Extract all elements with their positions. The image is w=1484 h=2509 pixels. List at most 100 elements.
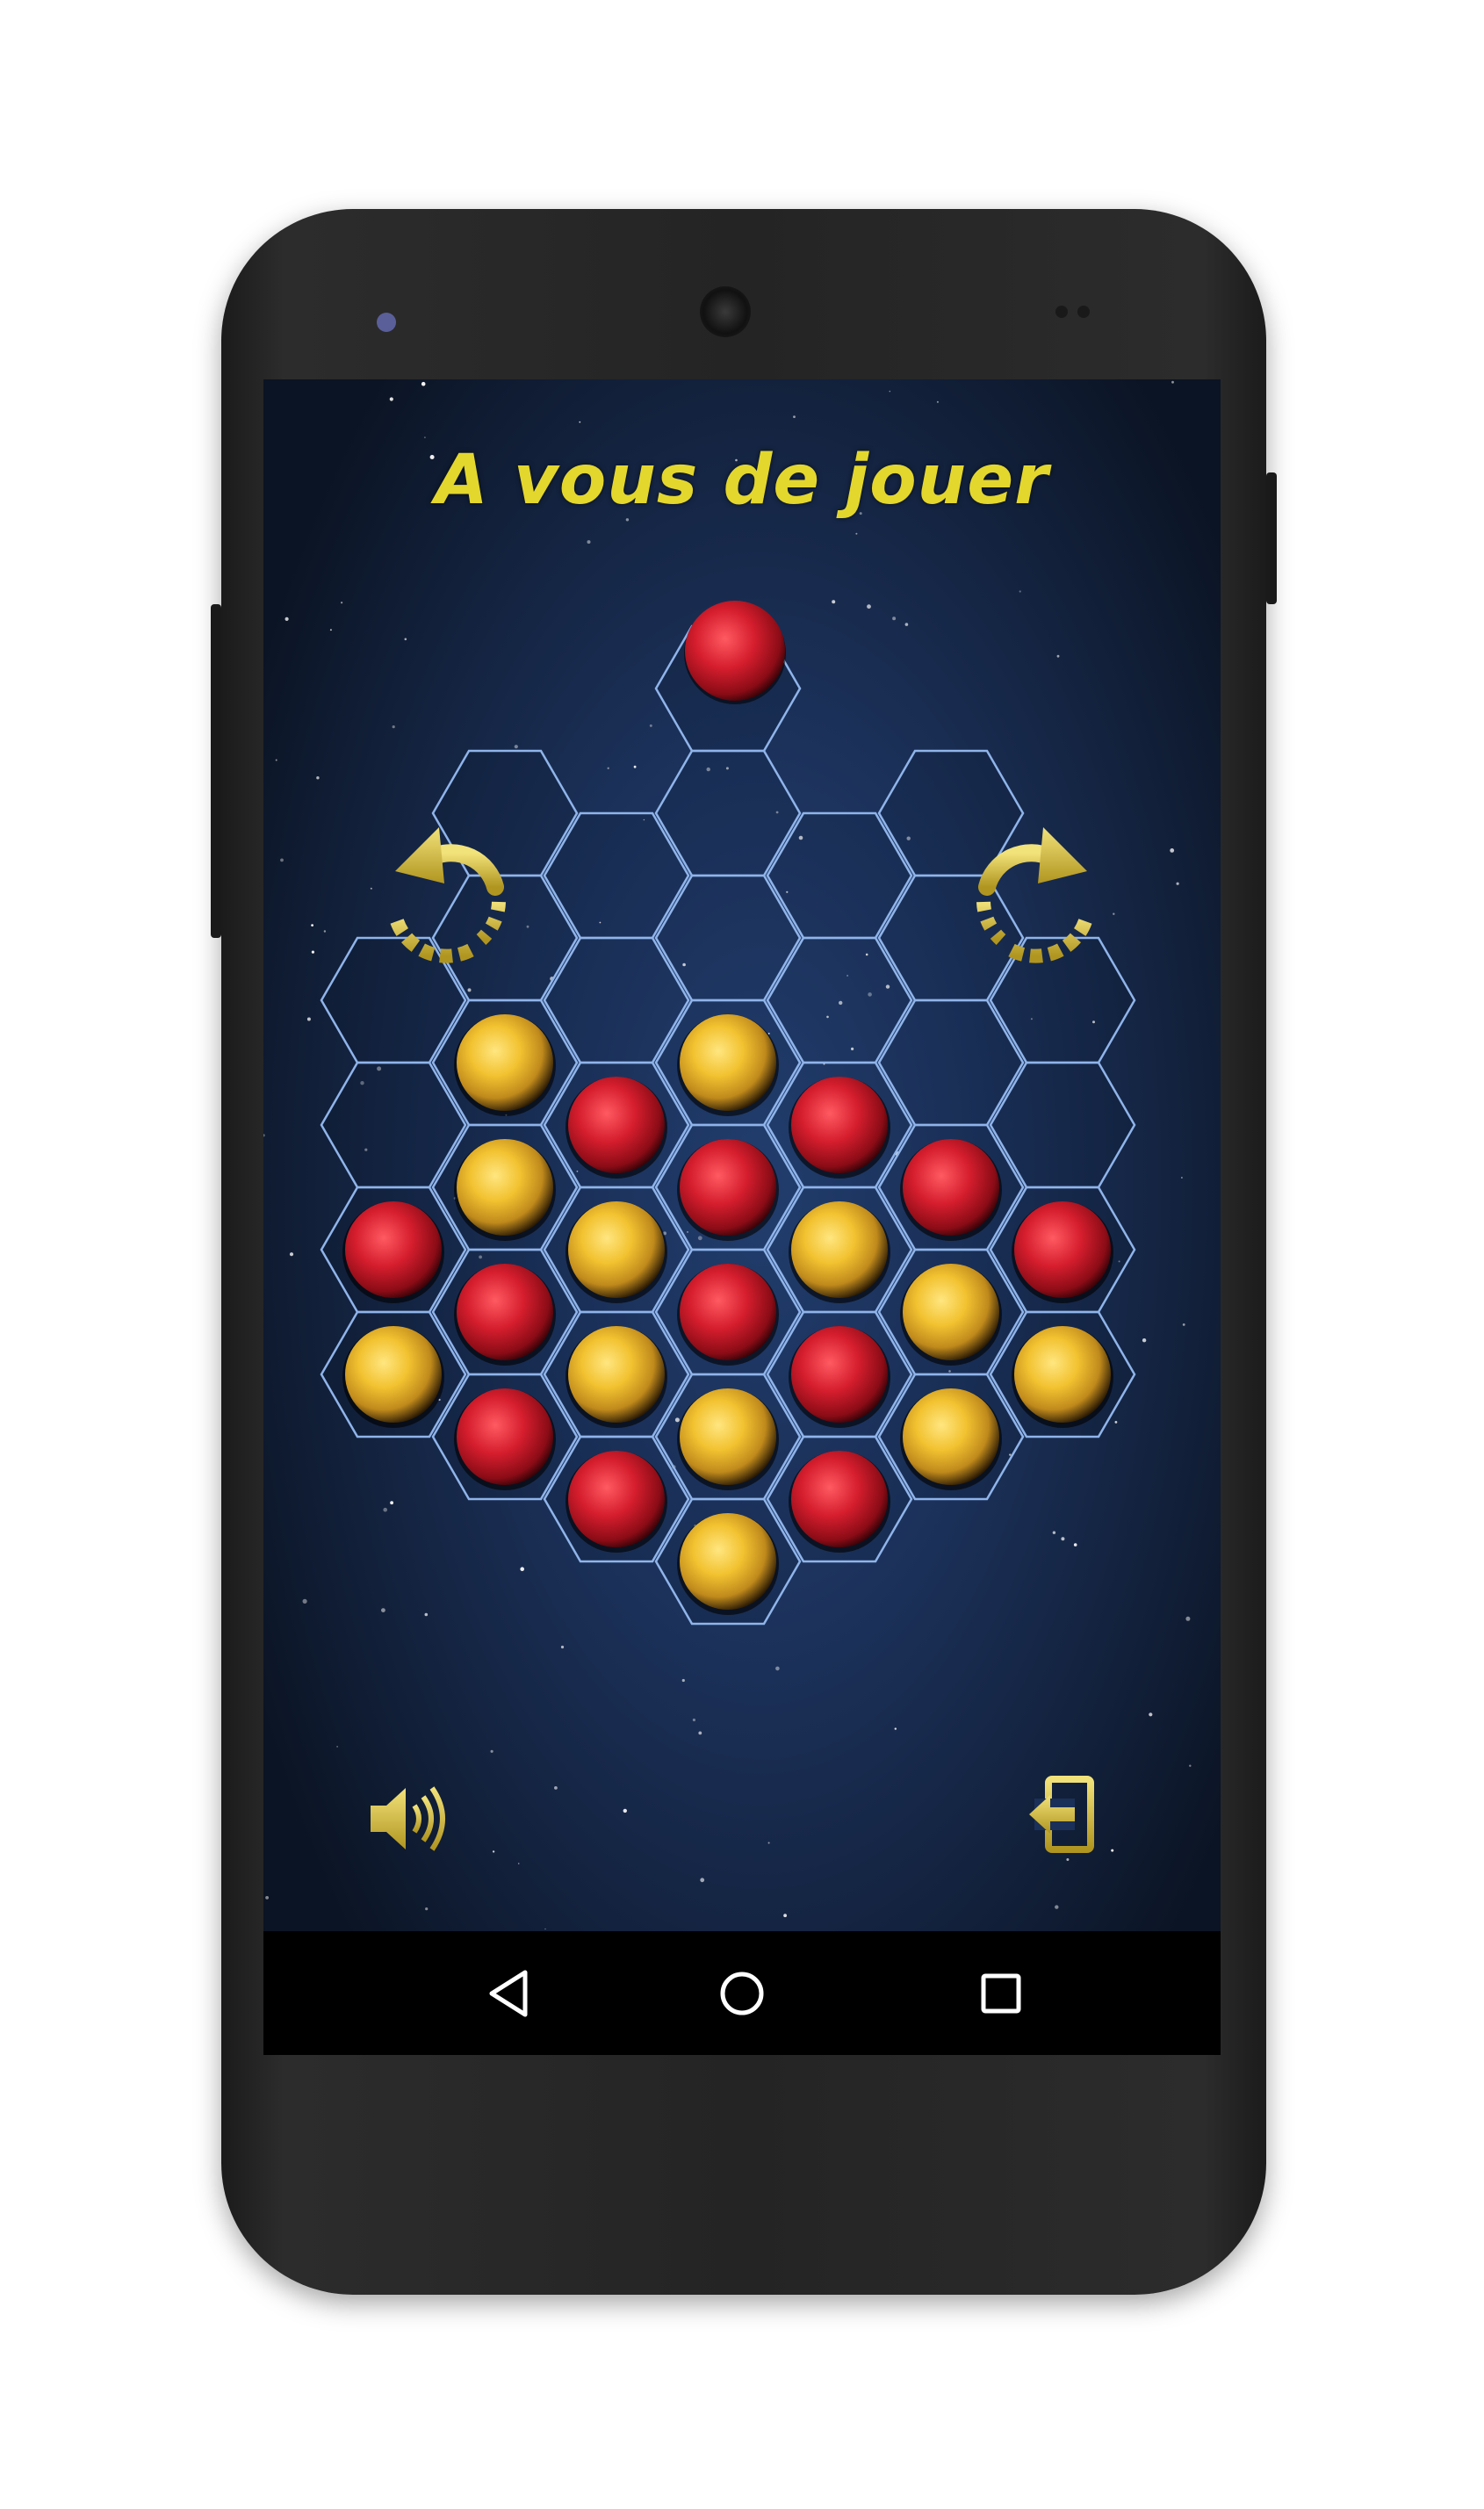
star bbox=[316, 776, 320, 780]
star bbox=[520, 1567, 524, 1571]
front-camera bbox=[700, 286, 751, 337]
star bbox=[1113, 912, 1115, 915]
star bbox=[306, 1017, 311, 1021]
star bbox=[421, 381, 426, 386]
star bbox=[889, 390, 891, 393]
exit-icon bbox=[1029, 1776, 1094, 1853]
star bbox=[767, 1842, 770, 1844]
star bbox=[490, 1749, 493, 1753]
red-piece bbox=[454, 1264, 556, 1366]
star bbox=[492, 1850, 495, 1853]
star bbox=[383, 1507, 387, 1512]
red-piece bbox=[789, 1077, 890, 1179]
star bbox=[775, 1666, 780, 1671]
speaker-icon bbox=[371, 1786, 445, 1851]
star bbox=[517, 1863, 520, 1864]
nav-recents-button[interactable] bbox=[940, 1931, 1063, 2055]
red-piece bbox=[454, 1388, 556, 1490]
exit-button[interactable] bbox=[1029, 1776, 1094, 1853]
star bbox=[329, 629, 332, 631]
yellow-piece bbox=[900, 1388, 1002, 1490]
star bbox=[275, 759, 277, 761]
yellow-piece bbox=[1012, 1326, 1113, 1428]
star bbox=[560, 1645, 565, 1649]
star bbox=[1182, 1323, 1185, 1326]
recents-square-icon bbox=[981, 1973, 1021, 2013]
star bbox=[370, 887, 372, 890]
power-button bbox=[1266, 472, 1277, 604]
nav-back-button[interactable] bbox=[448, 1931, 571, 2055]
star bbox=[1142, 1338, 1147, 1343]
star bbox=[832, 600, 836, 604]
star bbox=[311, 950, 314, 954]
star bbox=[302, 1598, 307, 1604]
star bbox=[1189, 1764, 1192, 1767]
red-piece bbox=[789, 1326, 890, 1428]
star bbox=[285, 616, 289, 621]
game-screen: A vous de jouer bbox=[263, 379, 1221, 1931]
star bbox=[336, 1746, 338, 1748]
front-sensor bbox=[377, 313, 396, 332]
star bbox=[311, 924, 313, 926]
star bbox=[289, 1252, 294, 1257]
star bbox=[263, 1134, 265, 1137]
star bbox=[424, 436, 426, 438]
red-piece bbox=[789, 1451, 890, 1553]
star bbox=[341, 602, 343, 604]
yellow-piece bbox=[566, 1201, 667, 1303]
yellow-piece bbox=[454, 1014, 556, 1116]
star bbox=[1052, 1531, 1056, 1534]
star bbox=[579, 421, 581, 423]
star bbox=[389, 397, 393, 401]
star bbox=[633, 765, 637, 768]
turn-status-title: A vous de jouer bbox=[435, 441, 1049, 520]
star bbox=[1170, 848, 1175, 853]
star bbox=[793, 415, 796, 418]
nav-home-button[interactable] bbox=[681, 1931, 803, 2055]
star bbox=[867, 604, 871, 609]
star bbox=[904, 623, 909, 626]
yellow-piece bbox=[677, 1014, 779, 1116]
red-piece bbox=[900, 1139, 1002, 1241]
star bbox=[392, 725, 395, 729]
star bbox=[1181, 1177, 1183, 1179]
yellow-piece bbox=[789, 1201, 890, 1303]
star bbox=[623, 1808, 627, 1813]
star bbox=[390, 1501, 393, 1505]
star bbox=[692, 1718, 695, 1722]
back-triangle-icon bbox=[489, 1970, 528, 2016]
star bbox=[1073, 1543, 1077, 1546]
star bbox=[681, 1678, 685, 1683]
yellow-piece bbox=[677, 1513, 779, 1615]
game-board-svg bbox=[263, 380, 1192, 1930]
star bbox=[1171, 380, 1174, 384]
star bbox=[1176, 882, 1179, 885]
sound-button[interactable] bbox=[371, 1786, 445, 1851]
red-piece bbox=[677, 1264, 779, 1366]
star bbox=[607, 767, 609, 769]
red-piece bbox=[566, 1451, 667, 1553]
star bbox=[855, 532, 858, 535]
proximity-sensor bbox=[1055, 306, 1068, 318]
star bbox=[554, 1786, 558, 1790]
star bbox=[1114, 1421, 1118, 1424]
star bbox=[404, 638, 407, 641]
light-sensor bbox=[1077, 306, 1090, 318]
home-circle-icon bbox=[720, 1972, 764, 2015]
red-piece bbox=[1012, 1201, 1113, 1303]
star bbox=[280, 858, 284, 862]
current-piece-indicator bbox=[684, 601, 786, 704]
volume-button bbox=[211, 604, 221, 938]
star bbox=[514, 745, 518, 749]
star bbox=[698, 1731, 702, 1735]
star bbox=[1066, 1858, 1070, 1861]
yellow-piece bbox=[566, 1326, 667, 1428]
yellow-piece bbox=[454, 1139, 556, 1241]
star bbox=[1055, 1905, 1059, 1909]
yellow-piece bbox=[342, 1326, 444, 1428]
star bbox=[1061, 1537, 1065, 1541]
red-piece bbox=[342, 1201, 444, 1303]
star bbox=[1149, 1712, 1153, 1717]
yellow-piece bbox=[677, 1388, 779, 1490]
star bbox=[894, 1727, 897, 1730]
